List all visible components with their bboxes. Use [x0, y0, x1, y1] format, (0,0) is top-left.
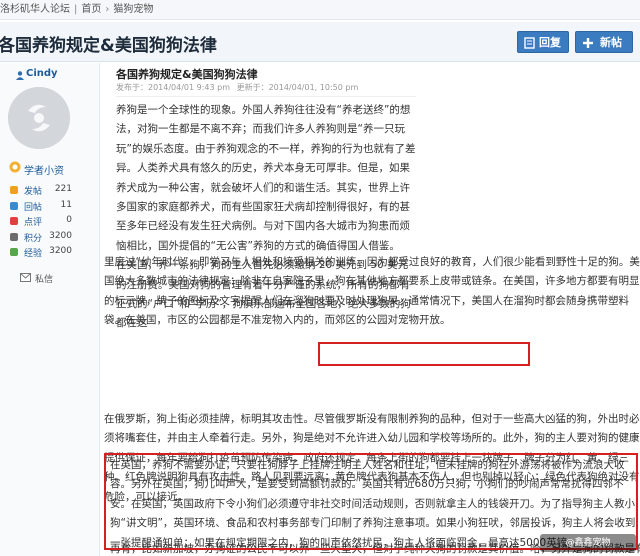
post-body-middle: 里度过“幼年时代”，即学习与人相处和接受相关的训练。因为都受过良好的教育，人们很…: [104, 253, 640, 331]
stat-label[interactable]: 点评: [24, 215, 42, 228]
stat-label[interactable]: 回帖: [24, 200, 42, 213]
stat-row-comments: 点评 0: [10, 214, 72, 230]
post-updated: 更新于：2014/04/01, 10:50 pm: [236, 83, 359, 92]
stat-label[interactable]: 发帖: [24, 184, 42, 197]
new-post-button[interactable]: 新帖: [575, 31, 633, 53]
message-icon: [20, 273, 31, 282]
reply-icon: [10, 201, 18, 210]
post-meta: 发布于：2014/04/01 9:43 pm 更新于：2014/04/01, 1…: [116, 82, 362, 93]
breadcrumb-section[interactable]: 猫狗宠物: [113, 0, 153, 19]
author-rank: 学者小资: [24, 166, 64, 177]
divider: [116, 96, 416, 97]
thread-header: 各国养狗规定&美国狗狗法律 回复 新帖: [0, 22, 640, 62]
stat-value: 3200: [49, 246, 72, 256]
author-stats: 发帖 221 回帖 11 点评 0 积分 3200 经验 3200: [10, 183, 72, 261]
stat-value: 11: [60, 199, 72, 210]
post-icon: [10, 186, 18, 194]
plus-icon: [583, 38, 593, 48]
breadcrumb-separator: |: [74, 4, 78, 15]
author-name[interactable]: Cindy: [26, 68, 58, 79]
stat-label: 积分: [24, 233, 43, 244]
breadcrumb-arrow-icon: ›: [105, 4, 110, 15]
stat-row-replies: 回帖 11: [10, 199, 72, 215]
stat-value: 0: [66, 215, 72, 225]
page-title: 各国养狗规定&美国狗狗法律: [0, 36, 217, 56]
default-avatar-icon: [8, 87, 70, 149]
stat-row-posts: 发帖 221: [10, 183, 72, 199]
stat-value: 221: [54, 184, 72, 194]
stat-value: 3200: [49, 230, 72, 241]
stat-row-exp: 经验 3200: [10, 245, 72, 261]
breadcrumb-home[interactable]: 首页: [81, 0, 101, 19]
rank-badge-icon: [9, 161, 21, 173]
avatar[interactable]: [8, 87, 70, 149]
breadcrumb: 洛杉矶华人论坛 | 首页 › 猫狗宠物: [0, 0, 640, 20]
comment-icon: [10, 217, 18, 225]
paragraph: 养狗是一个全球性的现象。外国人养狗往往没有“养老送终”的想法，对狗一生都是不离不…: [116, 104, 416, 252]
paragraph: 里度过“幼年时代”，即学习与人相处和接受相关的训练。因为都受过良好的教育，人们很…: [104, 256, 640, 327]
stat-row-points: 积分 3200: [10, 230, 72, 246]
post-title: 各国养狗规定&美国狗狗法律: [116, 68, 258, 81]
reply-button[interactable]: 回复: [517, 31, 569, 53]
stat-label: 经验: [24, 249, 43, 259]
author-sidebar: Cindy 学者小资 发帖 221 回帖 11 点评 0 积分 3200 经验 …: [0, 63, 100, 556]
post-date: 发布于：2014/04/01 9:43 pm: [116, 83, 231, 92]
breadcrumb-site[interactable]: 洛杉矶华人论坛: [0, 0, 70, 19]
user-icon: [16, 71, 24, 80]
reply-icon: [524, 37, 535, 49]
watermark: @鑫鑫宠物: [540, 534, 636, 552]
points-icon: [10, 232, 18, 241]
exp-icon: [10, 248, 18, 256]
highlight-box-sentence: [318, 342, 530, 366]
private-message-link[interactable]: 私信: [35, 272, 53, 285]
